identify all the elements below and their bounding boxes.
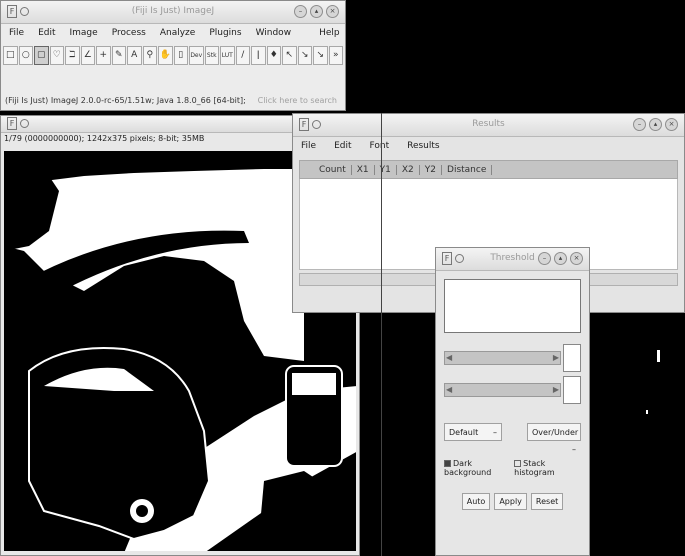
auto-button[interactable]: Auto	[461, 493, 491, 510]
fiji-statusbar: (Fiji Is Just) ImageJ 2.0.0-rc-65/1.51w;…	[1, 93, 345, 110]
dark-background-checkbox[interactable]: Dark background	[444, 459, 514, 477]
results-title: Results	[472, 119, 505, 129]
minimize-icon[interactable]: –	[633, 118, 646, 131]
reset-button[interactable]: Reset	[530, 493, 564, 510]
close-icon[interactable]: ×	[326, 5, 339, 18]
dropdown-indicator-icon: –	[493, 428, 497, 437]
dropper-tool-icon[interactable]: ▯	[173, 46, 188, 65]
column-y2[interactable]: Y2	[420, 164, 443, 175]
threshold-button-row: Auto Apply Reset	[436, 493, 589, 510]
checkbox-checked-icon	[444, 460, 451, 467]
display-mode-dropdown[interactable]: Over/Under –	[527, 423, 581, 454]
fiji-main-window: F (Fiji Is Just) ImageJ – ▴ × File Edit …	[0, 0, 346, 111]
text-tool-icon[interactable]: A	[127, 46, 142, 65]
menu-window[interactable]: Window	[256, 28, 292, 40]
pin-tool-icon[interactable]: ↖	[282, 46, 297, 65]
max-threshold-value[interactable]	[563, 376, 581, 404]
arrow2-tool-icon[interactable]: ↘	[313, 46, 328, 65]
flood-fill-tool-icon[interactable]: ♦	[266, 46, 281, 65]
menu-plugins[interactable]: Plugins	[209, 28, 241, 40]
stk-tool-icon[interactable]: Stk	[204, 46, 219, 65]
brush-tool-icon[interactable]: ǀ	[251, 46, 266, 65]
method-dropdown[interactable]: Default –	[444, 423, 502, 441]
maximize-icon[interactable]: ▴	[649, 118, 662, 131]
hand-tool-icon[interactable]: ✋	[158, 46, 173, 65]
results-menu-font[interactable]: Font	[370, 141, 390, 153]
results-titlebar[interactable]: F Results – ▴ ×	[293, 114, 684, 137]
fiji-titlebar[interactable]: F (Fiji Is Just) ImageJ – ▴ ×	[1, 1, 345, 24]
results-menu-results[interactable]: Results	[407, 141, 440, 153]
threshold-titlebar[interactable]: F Threshold – ▴ ×	[436, 248, 589, 271]
menu-process[interactable]: Process	[112, 28, 146, 40]
results-menu-file[interactable]: File	[301, 141, 316, 153]
image-app-icon: F	[7, 117, 17, 130]
threshold-histogram	[444, 279, 581, 333]
min-threshold-value[interactable]	[563, 344, 581, 372]
slider-right-arrow-icon[interactable]: ▶	[553, 385, 559, 394]
results-table-header: Count X1 Y1 X2 Y2 Distance	[299, 160, 678, 179]
maximize-icon[interactable]: ▴	[554, 252, 567, 265]
minimize-icon[interactable]: –	[538, 252, 551, 265]
slider-left-arrow-icon[interactable]: ◀	[446, 385, 452, 394]
polyline-tool-icon[interactable]: ℶ	[65, 46, 80, 65]
arrow-tool-icon[interactable]: ↘	[297, 46, 312, 65]
menu-image[interactable]: Image	[70, 28, 98, 40]
fiji-status-text: (Fiji Is Just) ImageJ 2.0.0-rc-65/1.51w;…	[5, 96, 246, 105]
column-count[interactable]: Count	[314, 164, 352, 175]
point-tool-icon[interactable]: +	[96, 46, 111, 65]
pencil-tool-icon[interactable]: /	[235, 46, 250, 65]
maximize-icon[interactable]: ▴	[310, 5, 323, 18]
max-slider-row: ◀ ▶	[444, 376, 581, 404]
image-speck	[646, 410, 648, 414]
rounded-rect-tool-icon[interactable]: ▢	[34, 46, 49, 65]
slider-right-arrow-icon[interactable]: ▶	[553, 353, 559, 362]
column-x2[interactable]: X2	[397, 164, 420, 175]
column-distance[interactable]: Distance	[442, 164, 493, 175]
pin-icon[interactable]	[20, 119, 29, 128]
results-menu-edit[interactable]: Edit	[334, 141, 351, 153]
wand-tool-icon[interactable]: ✎	[111, 46, 126, 65]
close-icon[interactable]: ×	[665, 118, 678, 131]
vertical-line-overlay	[381, 113, 382, 556]
freehand-tool-icon[interactable]: ♡	[49, 46, 64, 65]
threshold-dropdown-row: Default – Over/Under –	[444, 423, 581, 454]
menu-help[interactable]: Help	[319, 28, 340, 40]
apply-button[interactable]: Apply	[494, 493, 527, 510]
minimize-icon[interactable]: –	[294, 5, 307, 18]
min-slider-row: ◀ ▶	[444, 344, 581, 372]
angle-tool-icon[interactable]: ∠	[80, 46, 95, 65]
dev-tool-icon[interactable]: Dev	[189, 46, 204, 65]
stack-histogram-checkbox[interactable]: Stack histogram	[514, 459, 581, 477]
display-mode-label: Over/Under	[532, 428, 579, 437]
search-field[interactable]: Click here to search	[258, 96, 337, 107]
threshold-checkbox-row: Dark background Stack histogram	[444, 459, 581, 477]
menu-analyze[interactable]: Analyze	[160, 28, 195, 40]
max-threshold-slider[interactable]: ◀ ▶	[444, 383, 561, 397]
min-threshold-slider[interactable]: ◀ ▶	[444, 351, 561, 365]
fiji-toolbar: □ ○ ▢ ♡ ℶ ∠ + ✎ A ⚲ ✋ ▯ Dev Stk LUT / ǀ ♦ ↖ ↘ ↘»	[1, 44, 345, 67]
dark-background-label: Dark background	[444, 459, 492, 477]
method-dropdown-label: Default	[449, 428, 479, 437]
more-tools-icon[interactable]: »	[328, 46, 343, 65]
image-speck	[657, 350, 660, 362]
menu-edit[interactable]: Edit	[38, 28, 55, 40]
results-menubar: File Edit Font Results	[293, 137, 684, 157]
magnifier-tool-icon[interactable]: ⚲	[142, 46, 157, 65]
column-x1[interactable]: X1	[352, 164, 375, 175]
threshold-window: F Threshold – ▴ × ◀ ▶ ◀ ▶ Default – Over…	[435, 247, 590, 556]
lut-tool-icon[interactable]: LUT	[220, 46, 235, 65]
rectangle-tool-icon[interactable]: □	[3, 46, 18, 65]
menu-file[interactable]: File	[9, 28, 24, 40]
checkbox-unchecked-icon	[514, 460, 522, 467]
column-y1[interactable]: Y1	[375, 164, 397, 175]
oval-tool-icon[interactable]: ○	[18, 46, 33, 65]
close-icon[interactable]: ×	[570, 252, 583, 265]
dropdown-indicator-icon: –	[572, 445, 576, 454]
slider-left-arrow-icon[interactable]: ◀	[446, 353, 452, 362]
fiji-menubar: File Edit Image Process Analyze Plugins …	[1, 24, 345, 44]
